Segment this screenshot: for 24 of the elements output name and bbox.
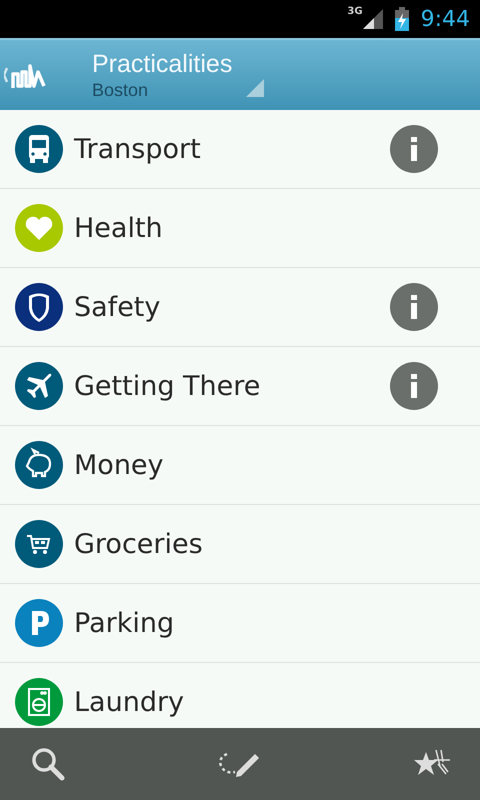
category-label: Safety [74,292,162,322]
category-item[interactable]: Transport [0,110,480,189]
category-label: Money [74,450,165,480]
category-label: Getting There [74,370,262,402]
category-label: Transport [74,134,202,164]
network-label: 3G [347,6,363,17]
category-label: Parking [74,608,176,638]
category-label: Laundry [74,686,186,718]
pencil-path-icon[interactable] [217,750,261,778]
category-item[interactable]: Parking [0,584,480,663]
category-item[interactable]: Money [0,426,480,505]
category-item[interactable]: Safety [0,268,480,347]
info-icon[interactable] [390,283,438,331]
category-label: Groceries [74,528,204,560]
info-icon[interactable] [390,125,438,173]
info-icon[interactable] [390,362,438,410]
signal-icon [362,9,383,29]
category-item[interactable]: Getting There [0,347,480,426]
clock: 9:44 [420,6,470,32]
battery-icon [394,7,409,31]
category-item[interactable]: Groceries [0,505,480,584]
category-item[interactable]: Health [0,189,480,268]
category-label: Health [74,212,164,244]
search-icon[interactable] [30,746,66,782]
